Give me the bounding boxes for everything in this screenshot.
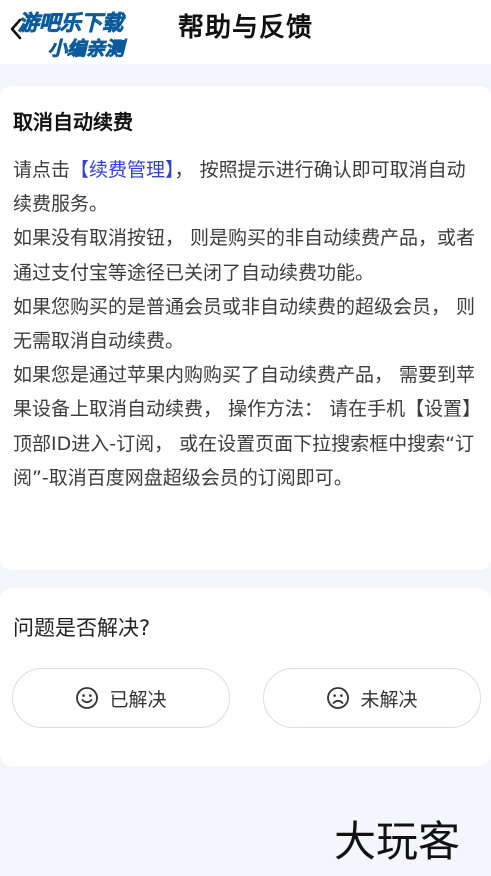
unsolved-button[interactable]: 未解决 [263,668,481,728]
solved-label: 已解决 [109,688,167,711]
header-bar: 游吧乐下载 小编亲测 帮助与反馈 [0,0,491,64]
answer-paragraph-3: 如果您购买的是普通会员或非自动续费的超级会员， 则无需取消自动续费。 [13,295,476,353]
unsolved-label: 未解决 [360,688,418,711]
feedback-question: 问题是否解决? [13,616,151,640]
back-button[interactable] [6,14,26,44]
watermark-brand-text: 大玩客 [334,817,460,866]
chevron-left-icon [10,18,22,40]
answer-body: 请点击【续费管理】， 按照提示进行确认即可取消自动续费服务。 如果没有取消按钮，… [13,153,481,495]
answer-title: 取消自动续费 [13,110,133,134]
watermark-brand: 大玩客 [334,817,460,866]
answer-paragraph-2: 如果没有取消按钮， 则是购买的非自动续费产品，或者通过支付宝等途径已关闭了自动续… [13,227,476,284]
sad-face-icon [327,687,350,709]
renewal-management-link[interactable]: 【续费管理】 [70,159,175,181]
page-title: 帮助与反馈 [177,13,313,43]
solved-button[interactable]: 已解决 [12,668,230,728]
answer-paragraph-4: 如果您是通过苹果内购购买了自动续费产品， 需要到苹果设备上取消自动续费， 操作方… [13,364,476,489]
answer-paragraph-1: 请点击【续费管理】， 按照提示进行确认即可取消自动续费服务。 [13,153,481,221]
smile-face-icon [76,687,99,709]
answer-p1-before: 请点击 [13,159,71,181]
